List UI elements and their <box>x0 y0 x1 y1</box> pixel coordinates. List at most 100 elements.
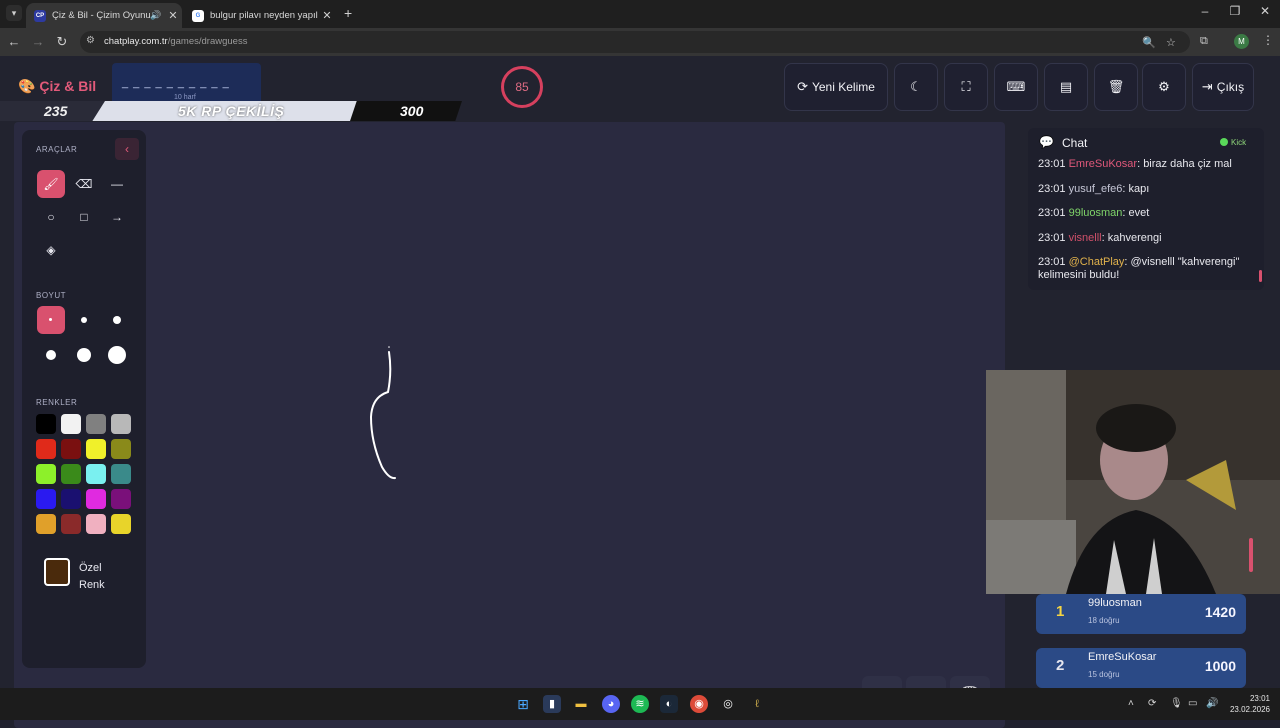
message-user[interactable]: yusuf_efe6 <box>1069 183 1123 195</box>
windows-start-icon[interactable]: ⊞ <box>514 695 532 713</box>
dark-mode-button[interactable]: ☾ <box>894 63 938 111</box>
bookmark-star-icon[interactable]: ☆ <box>1166 36 1176 49</box>
tray-chevron-icon[interactable]: ˄ <box>1128 698 1134 709</box>
chat-title: Chat <box>1062 136 1088 150</box>
color-swatch[interactable] <box>86 439 106 459</box>
discord-icon[interactable]: ◕ <box>602 695 620 713</box>
delete-button[interactable]: 🗑 <box>1094 63 1138 111</box>
drawing-canvas[interactable] <box>14 122 1005 728</box>
minimize-icon[interactable]: – <box>1190 4 1220 18</box>
close-tab-icon[interactable]: ✕ <box>164 9 182 22</box>
system-clock[interactable]: 23:01 23.02.2026 <box>1226 693 1270 715</box>
site-info-icon[interactable]: ⚙ <box>86 35 95 46</box>
maximize-icon[interactable]: ❐ <box>1220 4 1250 18</box>
color-swatch[interactable] <box>36 464 56 484</box>
eraser-tool-button[interactable]: ⌫ <box>70 170 98 198</box>
close-window-icon[interactable]: ✕ <box>1250 4 1280 18</box>
chat-scrollbar[interactable] <box>1259 270 1262 282</box>
new-word-button[interactable]: ⟳ Yeni Kelime <box>784 63 888 111</box>
custom-color-label[interactable]: Özel Renk <box>79 560 105 594</box>
settings-button[interactable]: ⚙ <box>1142 63 1186 111</box>
correct-count: 15 doğru <box>1088 670 1120 679</box>
tab-drawguess[interactable]: CP Çiz & Bil - Çizim Oyunu 🔊 ✕ <box>26 3 182 28</box>
arrow-tool-button[interactable]: → <box>103 203 131 231</box>
color-swatch[interactable] <box>111 464 131 484</box>
color-swatch[interactable] <box>61 464 81 484</box>
archive-button[interactable]: ▤ <box>1044 63 1088 111</box>
chat-message: 23:01 @ChatPlay: @visnelll "kahverengi" <box>1038 256 1239 268</box>
browser-menu-icon[interactable]: ⋮ <box>1262 33 1274 47</box>
url-field[interactable]: ⚙ chatplay.com.tr/games/drawguess 🔍 ☆ <box>80 31 1190 53</box>
tab-google-search[interactable]: G bulgur pilavı neyden yapılır - Go ✕ <box>184 3 336 28</box>
app-logo: 🎨 Çiz & Bil <box>18 78 96 95</box>
color-swatch[interactable] <box>36 514 56 534</box>
color-swatch[interactable] <box>36 439 56 459</box>
color-swatch[interactable] <box>86 514 106 534</box>
correct-count: 18 doğru <box>1088 616 1120 625</box>
close-tab-icon[interactable]: ✕ <box>318 9 336 22</box>
size-option-4[interactable] <box>37 341 65 369</box>
volume-icon[interactable]: 🔊 <box>1206 698 1218 709</box>
rectangle-tool-button[interactable]: □ <box>70 203 98 231</box>
leaderboard-scrollbar[interactable] <box>1249 538 1253 572</box>
color-swatch[interactable] <box>61 439 81 459</box>
tab-search-icon[interactable]: ▾ <box>6 5 22 21</box>
color-swatch[interactable] <box>61 414 81 434</box>
word-length-hint: 10 harf <box>174 94 196 101</box>
fullscreen-button[interactable]: ⛶ <box>944 63 988 111</box>
profile-avatar[interactable]: M <box>1234 34 1249 49</box>
size-dot <box>108 346 126 364</box>
reload-icon[interactable]: ↻ <box>54 34 70 50</box>
chrome-icon[interactable]: ◉ <box>690 695 708 713</box>
exit-button[interactable]: ⇥ Çıkış <box>1192 63 1254 111</box>
message-user[interactable]: @ChatPlay <box>1069 256 1125 268</box>
color-swatch[interactable] <box>111 489 131 509</box>
extensions-icon[interactable]: ⧉ <box>1200 35 1208 48</box>
color-swatch[interactable] <box>86 414 106 434</box>
color-swatch[interactable] <box>111 414 131 434</box>
color-swatch[interactable] <box>86 464 106 484</box>
size-option-1[interactable] <box>37 306 65 334</box>
google-favicon-icon: G <box>192 9 204 22</box>
color-swatch[interactable] <box>111 514 131 534</box>
size-option-6[interactable] <box>103 341 131 369</box>
forward-icon[interactable]: → <box>30 34 46 49</box>
sync-icon[interactable]: ⟳ <box>1148 698 1156 709</box>
message-time: 23:01 <box>1038 231 1069 244</box>
clock-time: 23:01 <box>1249 694 1270 703</box>
color-swatch[interactable] <box>36 489 56 509</box>
steam-icon[interactable]: ◐ <box>660 695 678 713</box>
zoom-icon[interactable]: 🔍 <box>1142 36 1156 49</box>
collapse-panel-button[interactable]: ‹ <box>115 138 139 160</box>
color-swatch[interactable] <box>36 414 56 434</box>
size-option-5[interactable] <box>70 341 98 369</box>
keyboard-button[interactable]: ⌨ <box>994 63 1038 111</box>
folder-icon[interactable]: ▬ <box>572 695 590 713</box>
circle-tool-button[interactable]: ○ <box>37 203 65 231</box>
new-tab-icon[interactable]: + <box>344 5 352 21</box>
mic-icon[interactable]: 🎙 <box>1170 698 1183 709</box>
back-icon[interactable]: ← <box>6 34 22 49</box>
league-icon[interactable]: ℓ <box>748 695 766 713</box>
message-user[interactable]: EmreSuKosar <box>1069 158 1137 170</box>
message-user[interactable]: 99luosman <box>1069 207 1123 219</box>
color-swatch[interactable] <box>111 439 131 459</box>
app-icon[interactable]: ▮ <box>543 695 561 713</box>
color-swatch[interactable] <box>61 514 81 534</box>
spotify-icon[interactable]: ≋ <box>631 695 649 713</box>
word-hint-box: _ _ _ _ _ _ _ _ _ _ 10 harf <box>112 63 261 101</box>
size-option-2[interactable] <box>70 306 98 334</box>
network-icon[interactable]: ▭ <box>1188 698 1197 709</box>
color-swatch[interactable] <box>86 489 106 509</box>
speaker-icon[interactable]: 🔊 <box>150 10 164 21</box>
fill-bucket-tool-button[interactable]: ◈ <box>37 236 65 264</box>
size-option-3[interactable] <box>103 306 131 334</box>
brush-tool-button[interactable]: 🖌 <box>37 170 65 198</box>
obs-icon[interactable]: ◎ <box>719 695 737 713</box>
line-tool-button[interactable]: — <box>103 170 131 198</box>
size-title: BOYUT <box>36 291 67 300</box>
custom-color-swatch[interactable] <box>44 558 70 586</box>
message-user[interactable]: visnelll <box>1069 232 1102 244</box>
color-swatch[interactable] <box>61 489 81 509</box>
rank: 1 <box>1056 603 1065 620</box>
